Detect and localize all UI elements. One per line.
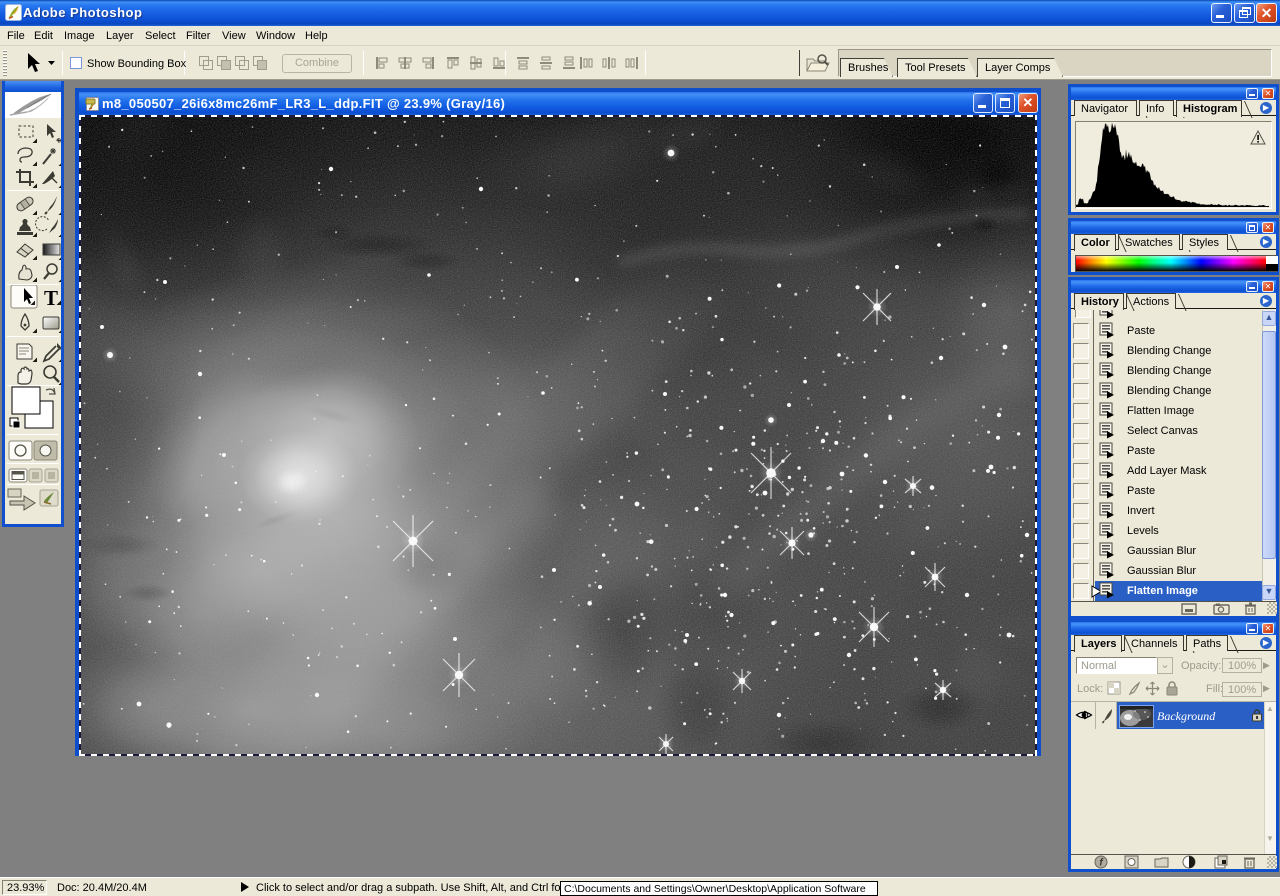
svg-text:T: T <box>44 286 58 310</box>
